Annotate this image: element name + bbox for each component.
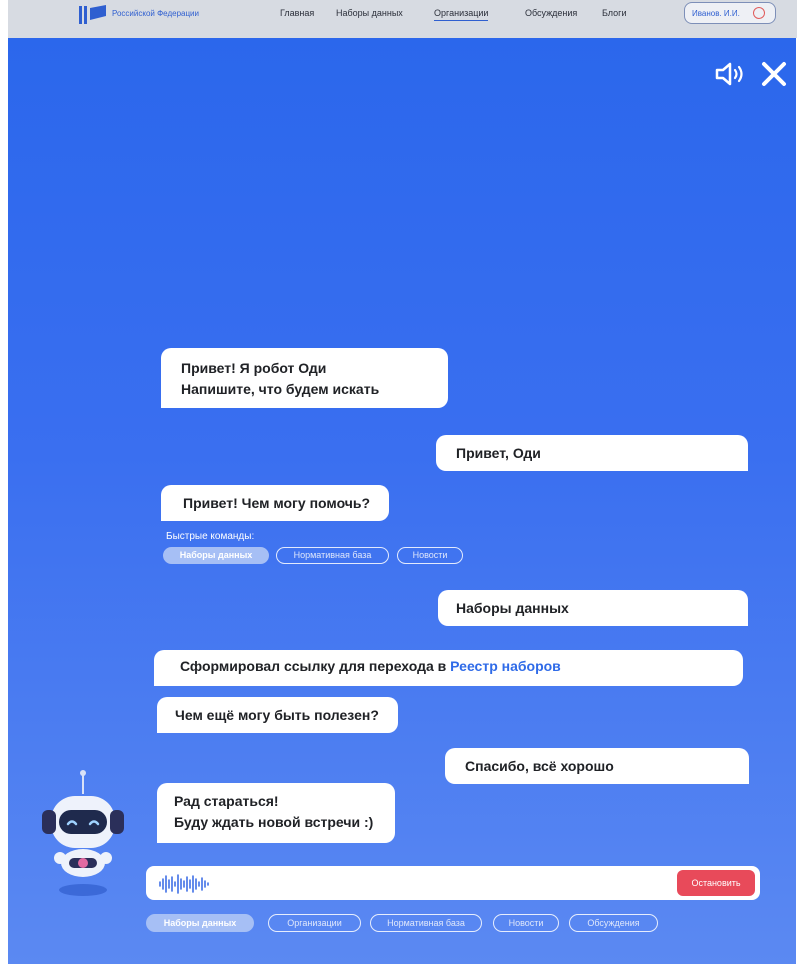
- speaker-icon[interactable]: [714, 60, 748, 88]
- message-line: Привет! Чем могу помочь?: [183, 495, 371, 511]
- quick-command-news[interactable]: Новости: [397, 547, 463, 564]
- bot-message-link: Сформировал ссылку для перехода в Реестр…: [154, 650, 743, 686]
- quick-command-datasets[interactable]: Наборы данных: [163, 547, 269, 564]
- close-icon[interactable]: [760, 60, 788, 88]
- message-text: Сформировал ссылку для перехода в: [180, 658, 451, 674]
- voice-input-bar[interactable]: Остановить: [146, 866, 760, 900]
- user-message: Спасибо, всё хорошо: [445, 748, 749, 784]
- bot-message-farewell: Рад стараться! Буду ждать новой встречи …: [157, 783, 395, 843]
- quick-command-regulations[interactable]: Нормативная база: [276, 547, 389, 564]
- nav-organizations[interactable]: Организации: [434, 8, 489, 21]
- message-line: Чем ещё могу быть полезен?: [175, 707, 379, 723]
- nav-home[interactable]: Главная: [280, 8, 314, 18]
- waveform-icon: [159, 874, 209, 894]
- nav-datasets[interactable]: Наборы данных: [336, 8, 403, 18]
- chip-discussions[interactable]: Обсуждения: [569, 914, 658, 932]
- message-line: Наборы данных: [456, 600, 569, 616]
- bot-message: Привет! Чем могу помочь?: [161, 485, 389, 521]
- nav-discussions[interactable]: Обсуждения: [525, 8, 577, 18]
- message-line: Рад стараться!: [174, 793, 279, 809]
- chip-organizations[interactable]: Организации: [268, 914, 361, 932]
- user-message: Привет, Оди: [436, 435, 748, 471]
- logo-icon: [79, 5, 106, 24]
- stop-button[interactable]: Остановить: [677, 870, 755, 896]
- nav-blogs[interactable]: Блоги: [602, 8, 626, 18]
- chip-regulations[interactable]: Нормативная база: [370, 914, 482, 932]
- user-menu[interactable]: Иванов. И.И.: [684, 2, 776, 24]
- message-line: Буду ждать новой встречи :): [174, 814, 374, 830]
- message-line: Напишите, что будем искать: [181, 381, 380, 397]
- robot-avatar: [42, 770, 124, 896]
- bot-message-greeting: Привет! Я робот Оди Напишите, что будем …: [161, 348, 448, 408]
- avatar: [753, 7, 765, 19]
- logo-text: Российской Федерации: [112, 9, 199, 18]
- chip-datasets[interactable]: Наборы данных: [146, 914, 254, 932]
- message-line: Привет! Я робот Оди: [181, 360, 327, 376]
- chip-news[interactable]: Новости: [493, 914, 559, 932]
- message-line: Привет, Оди: [456, 445, 541, 461]
- chat-overlay: Привет! Я робот Оди Напишите, что будем …: [8, 38, 796, 964]
- registry-link[interactable]: Реестр наборов: [450, 658, 561, 674]
- user-name: Иванов. И.И.: [692, 9, 740, 18]
- user-message: Наборы данных: [438, 590, 748, 626]
- site-header: Российской Федерации Главная Наборы данн…: [8, 0, 797, 38]
- message-line: Спасибо, всё хорошо: [465, 758, 614, 774]
- quick-commands-title: Быстрые команды:: [166, 531, 255, 542]
- bot-message: Чем ещё могу быть полезен?: [157, 697, 398, 733]
